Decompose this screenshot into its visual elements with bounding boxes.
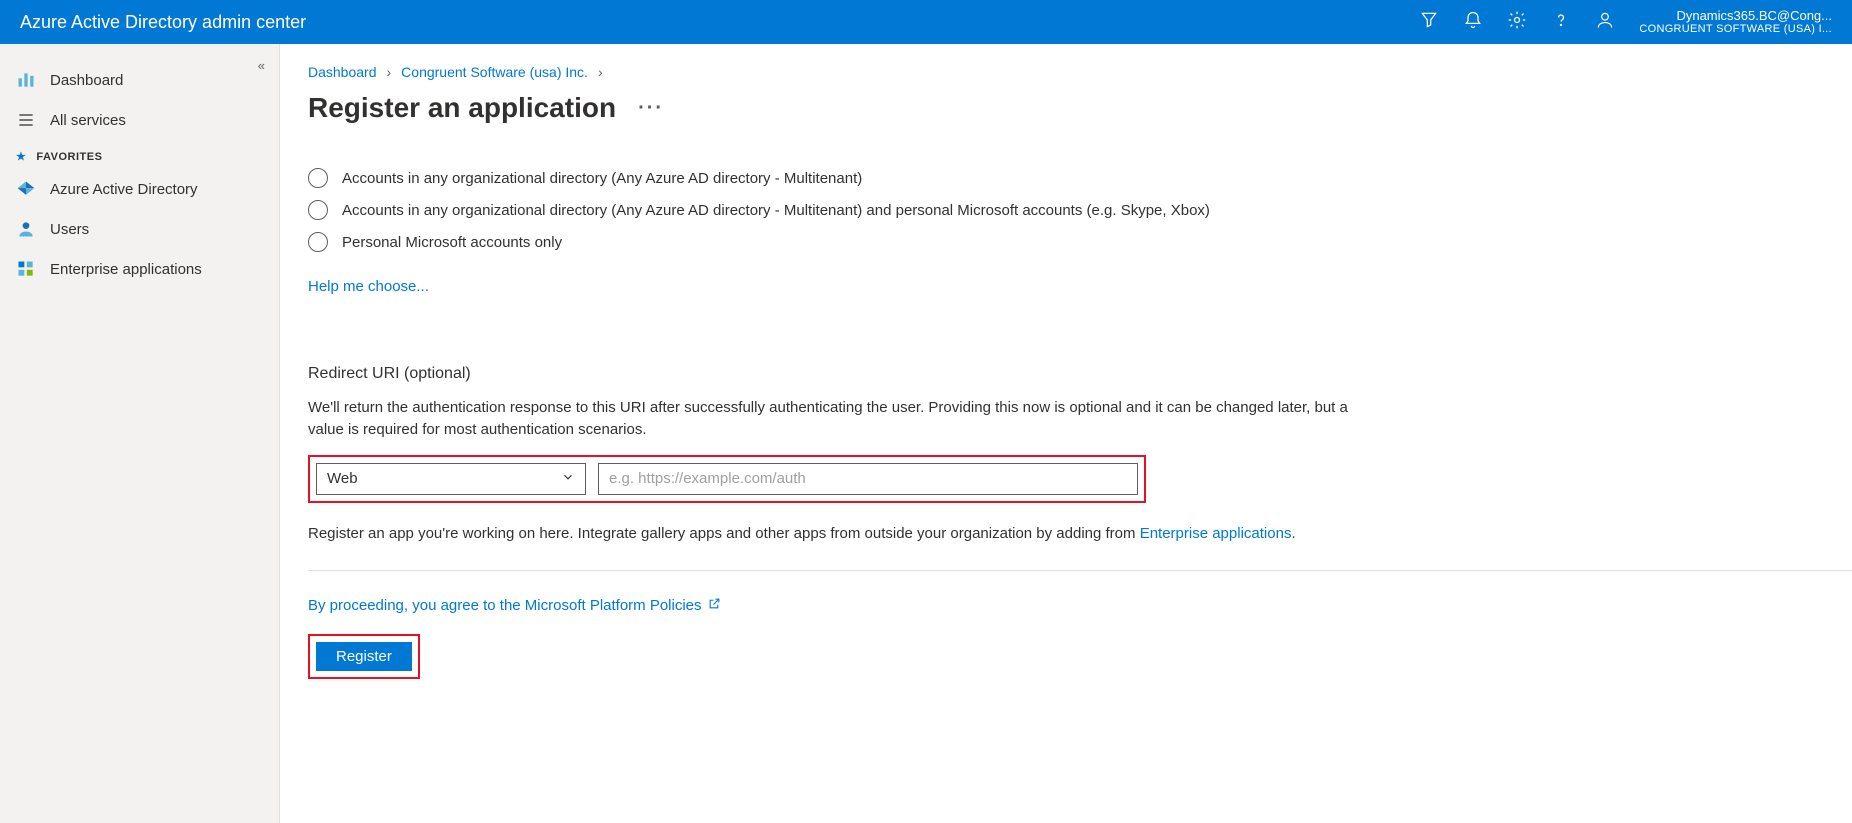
chevron-right-icon: › [387, 64, 392, 80]
all-services-icon [16, 110, 36, 130]
more-actions-icon[interactable]: ··· [638, 97, 664, 120]
directory-filter-icon[interactable] [1419, 10, 1439, 33]
footnote: Register an app you're working on here. … [308, 525, 1852, 542]
sidebar-section-label: FAVORITES [36, 151, 102, 163]
sidebar-item-aad[interactable]: Azure Active Directory [0, 169, 279, 209]
enterprise-apps-link[interactable]: Enterprise applications [1140, 525, 1292, 542]
main-content: Dashboard › Congruent Software (usa) Inc… [280, 44, 1852, 823]
settings-icon[interactable] [1507, 10, 1527, 33]
help-me-choose-link[interactable]: Help me choose... [308, 278, 429, 295]
external-link-icon [708, 597, 721, 614]
policies-text: By proceeding, you agree to the Microsof… [308, 597, 702, 614]
register-highlight: Register [308, 634, 420, 679]
footnote-text: Register an app you're working on here. … [308, 525, 1140, 542]
notifications-icon[interactable] [1463, 10, 1483, 33]
star-icon: ★ [16, 150, 26, 163]
enterprise-apps-icon [16, 259, 36, 279]
radio-option-multitenant-personal[interactable]: Accounts in any organizational directory… [308, 200, 1852, 220]
radio-option-cut[interactable] [308, 148, 1852, 156]
sidebar-item-dashboard[interactable]: Dashboard [0, 60, 279, 100]
redirect-platform-select[interactable]: Web [316, 463, 586, 495]
radio-icon [308, 200, 328, 220]
account-email: Dynamics365.BC@Cong... [1639, 9, 1832, 23]
sidebar-item-label: Enterprise applications [50, 261, 202, 278]
breadcrumb: Dashboard › Congruent Software (usa) Inc… [308, 64, 1852, 80]
policies-link[interactable]: By proceeding, you agree to the Microsof… [308, 597, 721, 614]
sidebar-item-label: Users [50, 221, 89, 238]
sidebar-item-all-services[interactable]: All services [0, 100, 279, 140]
redirect-uri-title: Redirect URI (optional) [308, 365, 1852, 383]
radio-label: Accounts in any organizational directory… [342, 170, 862, 187]
register-button[interactable]: Register [316, 642, 412, 671]
aad-icon [16, 179, 36, 199]
radio-option-personal[interactable]: Personal Microsoft accounts only [308, 232, 1852, 252]
chevron-down-icon [561, 470, 575, 488]
radio-option-multitenant[interactable]: Accounts in any organizational directory… [308, 168, 1852, 188]
account-tenant: CONGRUENT SOFTWARE (USA) I... [1639, 23, 1832, 35]
select-value: Web [327, 470, 358, 487]
radio-label: Accounts in any organizational directory… [342, 202, 1210, 219]
redirect-uri-input[interactable] [598, 463, 1138, 495]
users-icon [16, 219, 36, 239]
divider [308, 570, 1852, 571]
breadcrumb-dashboard[interactable]: Dashboard [308, 64, 377, 80]
collapse-sidebar-icon[interactable]: « [258, 58, 265, 73]
sidebar-section-favorites: ★ FAVORITES [0, 140, 279, 169]
app-title: Azure Active Directory admin center [20, 12, 306, 33]
redirect-uri-desc: We'll return the authentication response… [308, 397, 1348, 441]
sidebar: « Dashboard All services ★ FAVORITES Azu… [0, 44, 280, 823]
redirect-uri-highlight: Web [308, 455, 1146, 503]
top-bar: Azure Active Directory admin center Dyna… [0, 0, 1852, 44]
sidebar-item-label: Azure Active Directory [50, 181, 198, 198]
sidebar-item-label: Dashboard [50, 72, 123, 89]
account-info[interactable]: Dynamics365.BC@Cong... CONGRUENT SOFTWAR… [1639, 9, 1832, 35]
page-title: Register an application [308, 92, 616, 124]
feedback-icon[interactable] [1595, 10, 1615, 33]
radio-label: Personal Microsoft accounts only [342, 234, 562, 251]
breadcrumb-org[interactable]: Congruent Software (usa) Inc. [401, 64, 588, 80]
help-icon[interactable] [1551, 10, 1571, 33]
dashboard-icon [16, 70, 36, 90]
sidebar-item-enterprise-apps[interactable]: Enterprise applications [0, 249, 279, 289]
sidebar-item-users[interactable]: Users [0, 209, 279, 249]
chevron-right-icon: › [598, 64, 603, 80]
radio-icon [308, 232, 328, 252]
sidebar-item-label: All services [50, 112, 126, 129]
radio-icon [308, 168, 328, 188]
